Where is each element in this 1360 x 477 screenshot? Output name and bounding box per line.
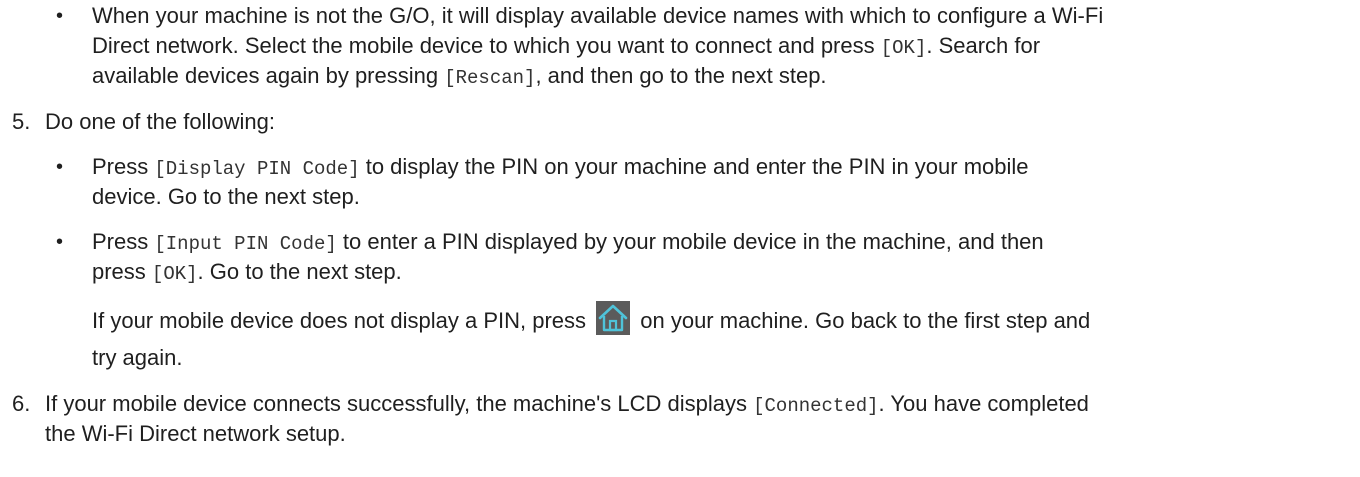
paragraph-line: device. Go to the next step. — [92, 184, 360, 209]
text: available devices again by pressing — [92, 63, 445, 88]
text: to display the PIN on your machine and e… — [359, 154, 1029, 179]
bullet-marker: • — [56, 5, 64, 27]
step-text: If your mobile device connects successfu… — [45, 391, 1089, 419]
text: , and then go to the next step. — [535, 63, 827, 88]
text: Press — [92, 229, 155, 254]
paragraph-line: available devices again by pressing [Res… — [92, 63, 827, 91]
paragraph-line: Press [Display PIN Code] to display the … — [92, 154, 1029, 182]
ok-key: [OK] — [151, 263, 198, 285]
note-line: try again. — [92, 345, 183, 370]
text: . Go to the next step. — [197, 259, 402, 284]
text: . Search for — [926, 33, 1041, 58]
bullet-marker: • — [56, 156, 64, 178]
text: on your machine. Go back to the first st… — [634, 308, 1091, 333]
ok-key: [OK] — [880, 37, 927, 59]
bullet-marker: • — [56, 231, 64, 253]
text: . You have completed — [878, 391, 1089, 416]
text: Press — [92, 154, 155, 179]
home-icon — [596, 301, 631, 336]
text: to enter a PIN displayed by your mobile … — [336, 229, 1044, 254]
display-pin-code-key: [Display PIN Code] — [154, 158, 360, 180]
text: press — [92, 259, 152, 284]
note-line: If your mobile device does not display a… — [92, 301, 1091, 336]
paragraph-line: Direct network. Select the mobile device… — [92, 33, 1040, 61]
step-text: Do one of the following: — [45, 109, 275, 134]
text: Direct network. Select the mobile device… — [92, 33, 881, 58]
paragraph-line: When your machine is not the G/O, it wil… — [92, 3, 1104, 28]
text: If your mobile device does not display a… — [92, 308, 593, 333]
paragraph-line: Press [Input PIN Code] to enter a PIN di… — [92, 229, 1044, 257]
text: If your mobile device connects successfu… — [45, 391, 754, 416]
connected-key: [Connected] — [753, 395, 879, 417]
step-number: 6. — [12, 391, 31, 416]
input-pin-code-key: [Input PIN Code] — [154, 233, 337, 255]
paragraph-line: press [OK]. Go to the next step. — [92, 259, 402, 287]
step-text: the Wi-Fi Direct network setup. — [45, 421, 346, 446]
rescan-key: [Rescan] — [444, 67, 536, 89]
step-number: 5. — [12, 109, 31, 134]
